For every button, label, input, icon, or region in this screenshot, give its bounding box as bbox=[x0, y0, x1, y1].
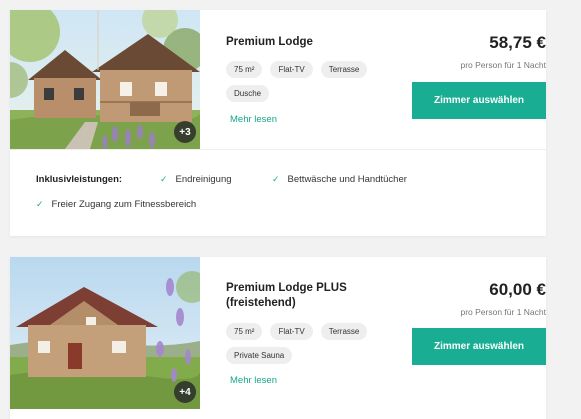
amenity-tag: Dusche bbox=[226, 85, 270, 102]
room-photo[interactable]: +3 bbox=[10, 10, 200, 149]
amenity-tag: Terrasse bbox=[320, 323, 368, 340]
room-photo[interactable]: +4 bbox=[10, 257, 200, 409]
inclusion-item: ✓ Freier Zugang zum Fitnessbereich bbox=[36, 199, 196, 210]
more-images-badge[interactable]: +3 bbox=[174, 121, 196, 143]
amenity-tag: Private Sauna bbox=[226, 347, 293, 364]
check-icon: ✓ bbox=[160, 174, 168, 184]
price-box: 60,00 € pro Person für 1 Nacht bbox=[396, 280, 546, 317]
amenity-tag: Flat-TV bbox=[270, 61, 313, 78]
inclusions-label: Inklusivleistungen: bbox=[36, 174, 123, 185]
amenity-tag: 75 m² bbox=[226, 323, 263, 340]
price-per-person-note: pro Person für 1 Nacht bbox=[460, 60, 546, 70]
inclusion-text: Freier Zugang zum Fitnessbereich bbox=[51, 199, 197, 210]
select-room-button[interactable]: Zimmer auswählen bbox=[412, 328, 546, 365]
inclusion-text: Bettwäsche und Handtücher bbox=[287, 174, 407, 185]
amenity-tag: 75 m² bbox=[226, 61, 263, 78]
amenity-tags: 75 m² Flat-TV Terrasse Dusche bbox=[226, 61, 386, 102]
read-more-link[interactable]: Mehr lesen bbox=[230, 114, 277, 125]
inclusion-item: ✓ Endreinigung bbox=[160, 174, 232, 185]
lodge-photo-image bbox=[10, 257, 200, 409]
inclusion-item: ✓ Bettwäsche und Handtücher bbox=[272, 174, 407, 185]
price-box: 58,75 € pro Person für 1 Nacht bbox=[396, 33, 546, 70]
room-price: 60,00 € bbox=[489, 280, 546, 299]
room-card: +3 Premium Lodge 75 m² Flat-TV Terrasse … bbox=[10, 10, 546, 236]
price-per-person-note: pro Person für 1 Nacht bbox=[460, 307, 546, 317]
select-room-button[interactable]: Zimmer auswählen bbox=[412, 82, 546, 119]
amenity-tags: 75 m² Flat-TV Terrasse Private Sauna bbox=[226, 323, 386, 364]
amenity-tag: Terrasse bbox=[320, 61, 368, 78]
read-more-link[interactable]: Mehr lesen bbox=[230, 375, 277, 386]
room-price: 58,75 € bbox=[489, 33, 546, 52]
divider bbox=[10, 149, 546, 150]
room-title: Premium Lodge PLUS (freistehend) bbox=[226, 282, 347, 309]
inclusion-text: Endreinigung bbox=[175, 174, 232, 185]
check-icon: ✓ bbox=[272, 174, 280, 184]
check-icon: ✓ bbox=[36, 199, 44, 209]
lodge-photo-image bbox=[10, 10, 200, 149]
room-card: +4 Premium Lodge PLUS (freistehend) 75 m… bbox=[10, 257, 546, 419]
more-images-badge[interactable]: +4 bbox=[174, 381, 196, 403]
amenity-tag: Flat-TV bbox=[270, 323, 313, 340]
